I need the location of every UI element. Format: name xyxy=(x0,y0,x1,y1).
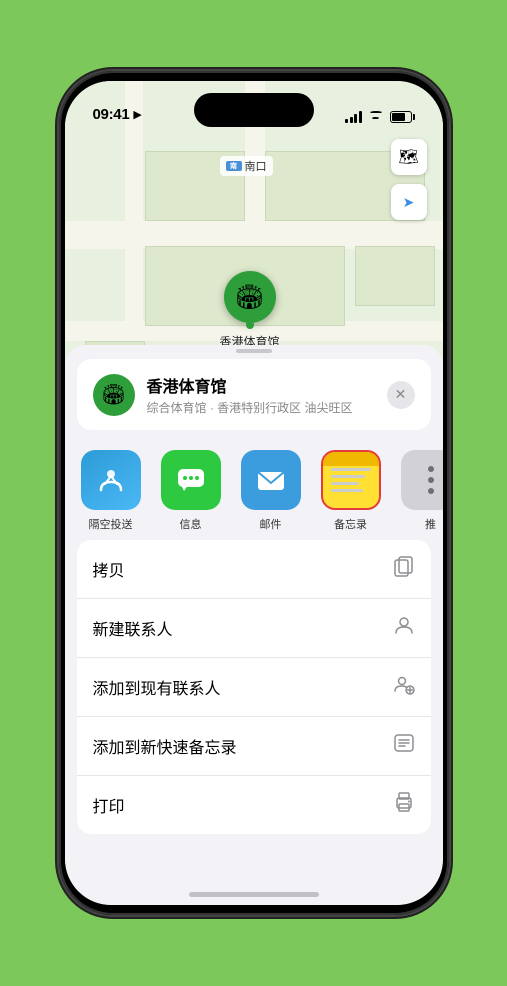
map-building-3 xyxy=(355,246,435,306)
more-icon-wrap xyxy=(401,450,443,510)
action-item-add-existing[interactable]: 添加到现有联系人 xyxy=(77,658,431,717)
action-text-copy: 拷贝 xyxy=(93,557,125,581)
pin-dot xyxy=(246,321,254,329)
mail-icon-wrap xyxy=(241,450,301,510)
print-icon xyxy=(393,791,415,819)
venue-subtitle: 综合体育馆 · 香港特别行政区 油尖旺区 xyxy=(147,399,387,416)
copy-icon xyxy=(393,555,415,583)
status-time: 09:41 xyxy=(93,106,130,123)
action-item-print[interactable]: 打印 xyxy=(77,776,431,834)
map-label: 南 南口 xyxy=(220,156,273,176)
action-item-new-contact[interactable]: 新建联系人 xyxy=(77,599,431,658)
mail-svg-icon xyxy=(254,463,288,497)
pin-stadium-icon: 🏟 xyxy=(234,283,264,312)
add-contact-icon xyxy=(393,673,415,701)
notes-line-4 xyxy=(331,489,363,492)
venue-info: 香港体育馆 综合体育馆 · 香港特别行政区 油尖旺区 xyxy=(147,373,387,416)
share-label-notes: 备忘录 xyxy=(334,516,367,532)
more-dots-icon xyxy=(428,466,434,494)
close-button[interactable]: ✕ xyxy=(387,381,415,409)
phone-screen: 09:41 ▶ xyxy=(65,81,443,905)
share-item-airdrop[interactable]: 隔空投送 xyxy=(77,450,145,532)
share-item-more[interactable]: 推 xyxy=(397,450,443,532)
venue-card: 🏟 香港体育馆 综合体育馆 · 香港特别行政区 油尖旺区 ✕ xyxy=(77,359,431,430)
map-label-text: 南口 xyxy=(245,158,267,174)
share-label-mail: 邮件 xyxy=(260,516,282,532)
status-icons xyxy=(345,111,415,123)
sheet-handle xyxy=(65,345,443,351)
home-indicator xyxy=(189,892,319,897)
notes-line-3 xyxy=(331,482,359,485)
location-arrow-icon: ▶ xyxy=(133,108,141,121)
action-text-add-existing: 添加到现有联系人 xyxy=(93,675,221,699)
notes-line-2 xyxy=(331,475,365,478)
phone-frame: 09:41 ▶ xyxy=(59,71,449,915)
new-contact-icon xyxy=(393,614,415,642)
handle-pill xyxy=(236,349,272,353)
bottom-sheet: 🏟 香港体育馆 综合体育馆 · 香港特别行政区 油尖旺区 ✕ xyxy=(65,345,443,905)
action-item-copy[interactable]: 拷贝 xyxy=(77,540,431,599)
notes-icon-wrap xyxy=(321,450,381,510)
map-type-button[interactable]: 🗺 xyxy=(391,139,427,175)
location-icon: ➤ xyxy=(403,194,415,211)
venue-name: 香港体育馆 xyxy=(147,373,387,397)
share-label-more: 推 xyxy=(425,516,436,532)
share-label-airdrop: 隔空投送 xyxy=(89,516,133,532)
share-row: 隔空投送 信息 xyxy=(65,438,443,540)
action-text-new-contact: 新建联系人 xyxy=(93,616,173,640)
map-pin[interactable]: 🏟 香港体育馆 xyxy=(220,271,280,350)
wifi-icon xyxy=(368,111,384,123)
signal-bars-icon xyxy=(345,111,362,123)
action-list: 拷贝 新建联系人 xyxy=(77,540,431,834)
map-type-icon: 🗺 xyxy=(398,147,418,167)
notes-lines xyxy=(331,468,371,492)
venue-icon: 🏟 xyxy=(93,374,135,416)
airdrop-icon-wrap xyxy=(81,450,141,510)
close-icon: ✕ xyxy=(395,386,407,403)
share-item-messages[interactable]: 信息 xyxy=(157,450,225,532)
quick-note-icon xyxy=(393,732,415,760)
venue-stadium-icon: 🏟 xyxy=(101,382,126,407)
location-button[interactable]: ➤ xyxy=(391,184,427,220)
pin-circle: 🏟 xyxy=(224,271,276,323)
share-item-mail[interactable]: 邮件 xyxy=(237,450,305,532)
action-item-add-note[interactable]: 添加到新快速备忘录 xyxy=(77,717,431,776)
airdrop-svg-icon xyxy=(95,464,127,496)
battery-icon xyxy=(390,111,415,123)
messages-icon-wrap xyxy=(161,450,221,510)
notes-top-bar xyxy=(323,452,379,466)
map-label-icon: 南 xyxy=(226,161,242,171)
share-label-messages: 信息 xyxy=(180,516,202,532)
notes-line-1 xyxy=(331,468,371,471)
action-text-print: 打印 xyxy=(93,793,125,817)
messages-svg-icon xyxy=(174,463,208,497)
action-text-add-note: 添加到新快速备忘录 xyxy=(93,734,237,758)
share-item-notes[interactable]: 备忘录 xyxy=(317,450,385,532)
map-controls: 🗺 ➤ xyxy=(391,139,427,220)
dynamic-island xyxy=(194,93,314,127)
